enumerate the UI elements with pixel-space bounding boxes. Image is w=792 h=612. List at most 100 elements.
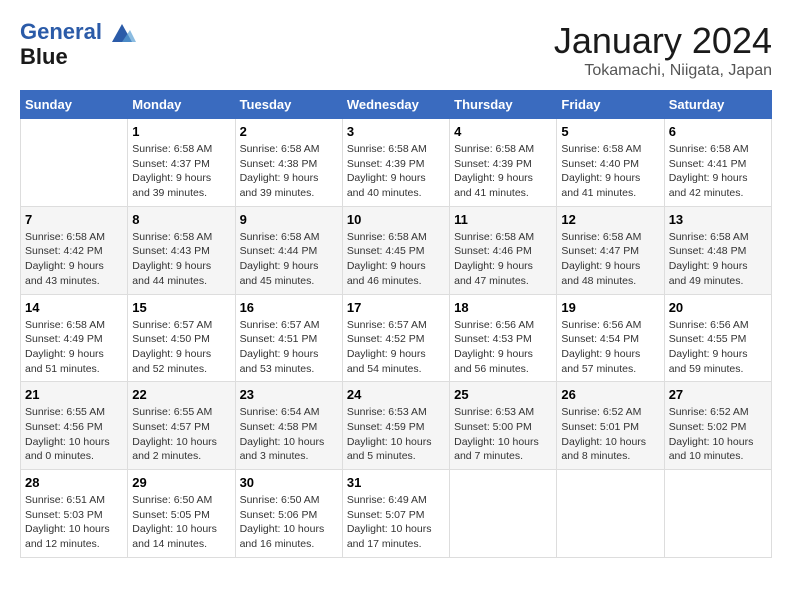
- day-info: Sunrise: 6:58 AM Sunset: 4:39 PM Dayligh…: [347, 142, 445, 201]
- calendar-cell: [21, 119, 128, 207]
- calendar-cell: 7 Sunrise: 6:58 AM Sunset: 4:42 PM Daylig…: [21, 206, 128, 294]
- day-number: 30: [240, 475, 338, 490]
- calendar-header-row: SundayMondayTuesdayWednesdayThursdayFrid…: [21, 91, 772, 119]
- day-number: 10: [347, 212, 445, 227]
- header-saturday: Saturday: [664, 91, 771, 119]
- calendar-cell: 20Sunrise: 6:56 AM Sunset: 4:55 PM Dayli…: [664, 294, 771, 382]
- day-number: 1: [132, 124, 230, 139]
- day-info: Sunrise: 6:58 AM Sunset: 4:48 PM Dayligh…: [669, 230, 767, 289]
- day-info: Sunrise: 6:58 AM Sunset: 4:45 PM Dayligh…: [347, 230, 445, 289]
- day-info: Sunrise: 6:53 AM Sunset: 4:59 PM Dayligh…: [347, 405, 445, 464]
- day-info: Sunrise: 6:55 AM Sunset: 4:57 PM Dayligh…: [132, 405, 230, 464]
- calendar-cell: 28Sunrise: 6:51 AM Sunset: 5:03 PM Dayli…: [21, 470, 128, 558]
- day-info: Sunrise: 6:57 AM Sunset: 4:52 PM Dayligh…: [347, 318, 445, 377]
- day-number: 27: [669, 387, 767, 402]
- day-number: 23: [240, 387, 338, 402]
- calendar-cell: 16 Sunrise: 6:57 AM Sunset: 4:51 PM Dayli…: [235, 294, 342, 382]
- day-number: 26: [561, 387, 659, 402]
- day-number: 16: [240, 300, 338, 315]
- calendar-cell: 27 Sunrise: 6:52 AM Sunset: 5:02 PM Dayli…: [664, 382, 771, 470]
- calendar-cell: 26 Sunrise: 6:52 AM Sunset: 5:01 PM Dayli…: [557, 382, 664, 470]
- calendar-cell: 25Sunrise: 6:53 AM Sunset: 5:00 PM Dayli…: [450, 382, 557, 470]
- day-info: Sunrise: 6:56 AM Sunset: 4:53 PM Dayligh…: [454, 318, 552, 377]
- day-number: 19: [561, 300, 659, 315]
- calendar-cell: 21Sunrise: 6:55 AM Sunset: 4:56 PM Dayli…: [21, 382, 128, 470]
- day-number: 17: [347, 300, 445, 315]
- calendar-title: January 2024: [554, 20, 772, 62]
- day-number: 20: [669, 300, 767, 315]
- day-number: 2: [240, 124, 338, 139]
- day-info: Sunrise: 6:57 AM Sunset: 4:51 PM Dayligh…: [240, 318, 338, 377]
- day-number: 22: [132, 387, 230, 402]
- logo-icon: [108, 22, 136, 44]
- calendar-cell: [557, 470, 664, 558]
- calendar-cell: 10 Sunrise: 6:58 AM Sunset: 4:45 PM Dayli…: [342, 206, 449, 294]
- day-number: 21: [25, 387, 123, 402]
- page-header: General Blue January 2024 Tokamachi, Nii…: [20, 20, 772, 80]
- calendar-cell: 18 Sunrise: 6:56 AM Sunset: 4:53 PM Dayli…: [450, 294, 557, 382]
- calendar-week-5: 28Sunrise: 6:51 AM Sunset: 5:03 PM Dayli…: [21, 470, 772, 558]
- header-sunday: Sunday: [21, 91, 128, 119]
- day-number: 13: [669, 212, 767, 227]
- day-info: Sunrise: 6:50 AM Sunset: 5:06 PM Dayligh…: [240, 493, 338, 552]
- day-number: 24: [347, 387, 445, 402]
- header-thursday: Thursday: [450, 91, 557, 119]
- calendar-cell: 1 Sunrise: 6:58 AM Sunset: 4:37 PM Daylig…: [128, 119, 235, 207]
- calendar-cell: 8 Sunrise: 6:58 AM Sunset: 4:43 PM Daylig…: [128, 206, 235, 294]
- day-number: 9: [240, 212, 338, 227]
- calendar-cell: 24 Sunrise: 6:53 AM Sunset: 4:59 PM Dayli…: [342, 382, 449, 470]
- calendar-week-3: 14Sunrise: 6:58 AM Sunset: 4:49 PM Dayli…: [21, 294, 772, 382]
- header-tuesday: Tuesday: [235, 91, 342, 119]
- day-number: 25: [454, 387, 552, 402]
- calendar-cell: 29 Sunrise: 6:50 AM Sunset: 5:05 PM Dayli…: [128, 470, 235, 558]
- day-number: 28: [25, 475, 123, 490]
- calendar-cell: [450, 470, 557, 558]
- day-info: Sunrise: 6:52 AM Sunset: 5:02 PM Dayligh…: [669, 405, 767, 464]
- calendar-cell: 4Sunrise: 6:58 AM Sunset: 4:39 PM Daylig…: [450, 119, 557, 207]
- day-info: Sunrise: 6:56 AM Sunset: 4:54 PM Dayligh…: [561, 318, 659, 377]
- day-info: Sunrise: 6:50 AM Sunset: 5:05 PM Dayligh…: [132, 493, 230, 552]
- day-info: Sunrise: 6:54 AM Sunset: 4:58 PM Dayligh…: [240, 405, 338, 464]
- day-info: Sunrise: 6:58 AM Sunset: 4:42 PM Dayligh…: [25, 230, 123, 289]
- day-info: Sunrise: 6:57 AM Sunset: 4:50 PM Dayligh…: [132, 318, 230, 377]
- header-monday: Monday: [128, 91, 235, 119]
- calendar-subtitle: Tokamachi, Niigata, Japan: [554, 62, 772, 80]
- calendar-cell: 17 Sunrise: 6:57 AM Sunset: 4:52 PM Dayli…: [342, 294, 449, 382]
- day-info: Sunrise: 6:58 AM Sunset: 4:46 PM Dayligh…: [454, 230, 552, 289]
- calendar-cell: 13 Sunrise: 6:58 AM Sunset: 4:48 PM Dayli…: [664, 206, 771, 294]
- day-number: 5: [561, 124, 659, 139]
- header-friday: Friday: [557, 91, 664, 119]
- day-number: 3: [347, 124, 445, 139]
- calendar-cell: 5 Sunrise: 6:58 AM Sunset: 4:40 PM Daylig…: [557, 119, 664, 207]
- calendar-cell: [664, 470, 771, 558]
- day-info: Sunrise: 6:52 AM Sunset: 5:01 PM Dayligh…: [561, 405, 659, 464]
- day-info: Sunrise: 6:58 AM Sunset: 4:37 PM Dayligh…: [132, 142, 230, 201]
- day-number: 6: [669, 124, 767, 139]
- day-number: 15: [132, 300, 230, 315]
- day-info: Sunrise: 6:58 AM Sunset: 4:38 PM Dayligh…: [240, 142, 338, 201]
- day-info: Sunrise: 6:58 AM Sunset: 4:49 PM Dayligh…: [25, 318, 123, 377]
- calendar-cell: 11 Sunrise: 6:58 AM Sunset: 4:46 PM Dayli…: [450, 206, 557, 294]
- day-number: 31: [347, 475, 445, 490]
- calendar-cell: 3 Sunrise: 6:58 AM Sunset: 4:39 PM Daylig…: [342, 119, 449, 207]
- day-number: 4: [454, 124, 552, 139]
- calendar-week-1: 1 Sunrise: 6:58 AM Sunset: 4:37 PM Daylig…: [21, 119, 772, 207]
- day-number: 12: [561, 212, 659, 227]
- logo: General Blue: [20, 20, 136, 70]
- day-info: Sunrise: 6:58 AM Sunset: 4:41 PM Dayligh…: [669, 142, 767, 201]
- day-number: 18: [454, 300, 552, 315]
- calendar-cell: 23 Sunrise: 6:54 AM Sunset: 4:58 PM Dayli…: [235, 382, 342, 470]
- day-number: 11: [454, 212, 552, 227]
- calendar-cell: 15 Sunrise: 6:57 AM Sunset: 4:50 PM Dayli…: [128, 294, 235, 382]
- day-number: 8: [132, 212, 230, 227]
- day-info: Sunrise: 6:58 AM Sunset: 4:40 PM Dayligh…: [561, 142, 659, 201]
- calendar-week-4: 21Sunrise: 6:55 AM Sunset: 4:56 PM Dayli…: [21, 382, 772, 470]
- day-info: Sunrise: 6:58 AM Sunset: 4:47 PM Dayligh…: [561, 230, 659, 289]
- logo-text: General: [20, 20, 136, 44]
- calendar-cell: 9Sunrise: 6:58 AM Sunset: 4:44 PM Daylig…: [235, 206, 342, 294]
- day-number: 29: [132, 475, 230, 490]
- title-block: January 2024 Tokamachi, Niigata, Japan: [554, 20, 772, 80]
- day-number: 7: [25, 212, 123, 227]
- day-info: Sunrise: 6:58 AM Sunset: 4:43 PM Dayligh…: [132, 230, 230, 289]
- calendar-cell: 2 Sunrise: 6:58 AM Sunset: 4:38 PM Daylig…: [235, 119, 342, 207]
